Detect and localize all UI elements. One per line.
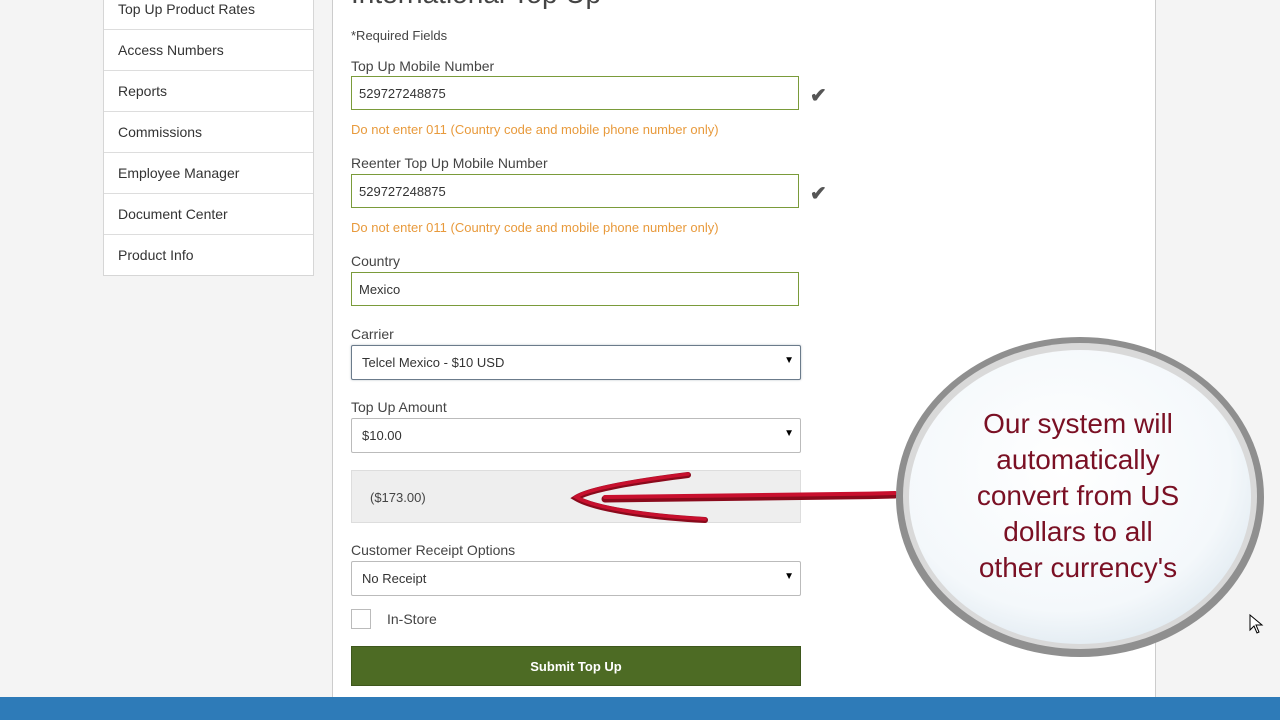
sidebar-item-commissions[interactable]: Commissions — [104, 112, 313, 153]
carrier-label: Carrier — [351, 326, 394, 342]
page-title: International Top Up — [351, 0, 601, 10]
sidebar-item-document-center[interactable]: Document Center — [104, 194, 313, 235]
callout-line: Our system will — [983, 408, 1173, 439]
in-store-checkbox[interactable] — [351, 609, 371, 629]
sidebar-item-reports[interactable]: Reports — [104, 71, 313, 112]
required-fields-note: *Required Fields — [351, 28, 448, 43]
top-up-amount-label: Top Up Amount — [351, 399, 447, 415]
receipt-options-selected-value: No Receipt — [362, 571, 427, 586]
country-label: Country — [351, 253, 401, 269]
in-store-label[interactable]: In-Store — [387, 611, 437, 627]
receipt-options-select[interactable]: No Receipt ▼ — [351, 561, 801, 596]
sidebar-item-employee-manager[interactable]: Employee Manager — [104, 153, 313, 194]
valid-check-icon: ✔ — [810, 183, 827, 205]
carrier-selected-value: Telcel Mexico - $10 USD — [362, 355, 505, 370]
country-input[interactable] — [351, 272, 799, 306]
mouse-pointer-icon — [1249, 614, 1264, 634]
bottom-bar — [0, 697, 1280, 720]
submit-top-up-button[interactable]: Submit Top Up — [351, 646, 801, 686]
mobile-number-label: Top Up Mobile Number — [351, 58, 495, 74]
top-up-amount-selected-value: $10.00 — [362, 428, 402, 443]
callout-line: dollars to all — [1003, 516, 1153, 547]
carrier-select[interactable]: Telcel Mexico - $10 USD ▼ — [351, 345, 801, 380]
callout-line: convert from US — [976, 480, 1180, 511]
converted-amount-value: ($173.00) — [370, 490, 426, 505]
callout-line: other currency's — [978, 552, 1178, 583]
dropdown-caret-icon: ▼ — [784, 355, 794, 366]
mobile-number-input[interactable] — [351, 76, 799, 110]
callout-line: automatically — [996, 444, 1160, 475]
dropdown-caret-icon: ▼ — [784, 571, 794, 582]
reenter-mobile-number-label: Reenter Top Up Mobile Number — [351, 155, 548, 171]
top-up-amount-select[interactable]: $10.00 ▼ — [351, 418, 801, 453]
valid-check-icon: ✔ — [810, 85, 827, 107]
sidebar-nav: Top Up Product Rates Access Numbers Repo… — [103, 0, 314, 276]
receipt-options-label: Customer Receipt Options — [351, 542, 516, 558]
sidebar-item-product-info[interactable]: Product Info — [104, 235, 313, 275]
mobile-number-hint: Do not enter 011 (Country code and mobil… — [351, 122, 719, 137]
reenter-mobile-number-input[interactable] — [351, 174, 799, 208]
reenter-mobile-number-hint: Do not enter 011 (Country code and mobil… — [351, 220, 719, 235]
red-arrow-annotation — [570, 472, 899, 523]
sidebar-item-access-numbers[interactable]: Access Numbers — [104, 30, 313, 71]
sidebar-item-top-up-product-rates[interactable]: Top Up Product Rates — [104, 0, 313, 30]
callout-text: Our system will automatically convert fr… — [918, 406, 1238, 586]
dropdown-caret-icon: ▼ — [784, 428, 794, 439]
